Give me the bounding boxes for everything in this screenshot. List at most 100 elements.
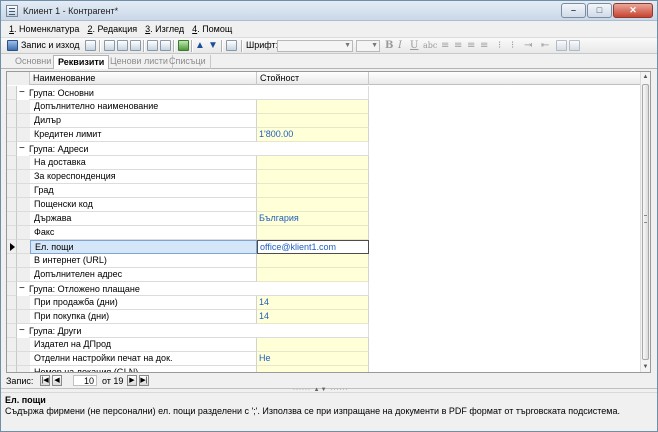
property-row[interactable]: Факс bbox=[7, 226, 641, 240]
property-row[interactable]: В интернет (URL) bbox=[7, 254, 641, 268]
row-header[interactable] bbox=[7, 324, 17, 338]
property-row[interactable]: Град bbox=[7, 184, 641, 198]
row-header[interactable] bbox=[7, 310, 17, 324]
collapse-icon[interactable]: − bbox=[19, 282, 25, 296]
outdent-icon[interactable]: ⇤ bbox=[541, 40, 549, 52]
property-value-input[interactable] bbox=[257, 254, 369, 268]
title-bar[interactable]: Клиент 1 - Контрагент* – □ ✕ bbox=[1, 1, 657, 21]
italic-icon[interactable]: I bbox=[398, 40, 402, 52]
property-value-input[interactable]: 14 bbox=[257, 310, 369, 324]
refresh-icon[interactable] bbox=[178, 40, 189, 51]
current-row-indicator-icon[interactable] bbox=[7, 240, 17, 254]
property-row[interactable]: За кореспонденция bbox=[7, 170, 641, 184]
arrow-down-icon[interactable]: ▼ bbox=[208, 40, 218, 52]
cut-icon[interactable] bbox=[104, 40, 115, 51]
property-value-input[interactable]: 1'800.00 bbox=[257, 128, 369, 142]
save-and-exit-button[interactable]: Запис и изход bbox=[21, 40, 79, 52]
row-header[interactable] bbox=[7, 282, 17, 296]
justify-icon[interactable]: ≡ bbox=[480, 40, 488, 52]
image-icon[interactable] bbox=[569, 40, 580, 51]
row-header[interactable] bbox=[7, 156, 17, 170]
vertical-scrollbar[interactable]: ▲ ▼ bbox=[640, 72, 650, 372]
close-button[interactable]: ✕ bbox=[613, 3, 653, 18]
property-row[interactable]: Издател на ДПрод bbox=[7, 338, 641, 352]
bullets-icon[interactable]: ⁝ bbox=[498, 40, 501, 52]
property-value-input[interactable]: България bbox=[257, 212, 369, 226]
group-row[interactable]: − Група: Отложено плащане bbox=[7, 282, 641, 296]
column-header-name[interactable]: Наименование bbox=[30, 72, 257, 85]
numbering-icon[interactable]: ⁝ bbox=[511, 40, 514, 52]
row-header[interactable] bbox=[7, 142, 17, 156]
property-row[interactable]: Допълнителен адрес bbox=[7, 268, 641, 282]
copy-icon[interactable] bbox=[117, 40, 128, 51]
property-value-input[interactable] bbox=[257, 100, 369, 114]
property-value-input[interactable] bbox=[257, 366, 369, 372]
copy-doc-icon[interactable] bbox=[85, 40, 96, 51]
panel-splitter[interactable]: ······ ▲▼ ······ bbox=[1, 387, 657, 393]
paste-icon[interactable] bbox=[130, 40, 141, 51]
last-record-button[interactable]: ▶| bbox=[139, 375, 149, 386]
property-row[interactable]: Отделни настройки печат на док. Не bbox=[7, 352, 641, 366]
scroll-thumb[interactable] bbox=[642, 84, 649, 360]
menu-view[interactable]: 3. Изглед bbox=[141, 24, 188, 34]
row-header[interactable] bbox=[7, 338, 17, 352]
property-row[interactable]: При продажба (дни) 14 bbox=[7, 296, 641, 310]
column-header-value[interactable]: Стойност bbox=[257, 72, 369, 85]
property-row[interactable]: Дилър bbox=[7, 114, 641, 128]
row-header[interactable] bbox=[7, 100, 17, 114]
tab-basic[interactable]: Основни bbox=[11, 55, 57, 69]
property-row[interactable]: Допълнително наименование bbox=[7, 100, 641, 114]
row-header[interactable] bbox=[7, 212, 17, 226]
property-value-input[interactable] bbox=[257, 156, 369, 170]
property-row[interactable]: Номер на локация (GLN) bbox=[7, 366, 641, 372]
property-value-input[interactable] bbox=[257, 170, 369, 184]
property-value-input[interactable]: 14 bbox=[257, 296, 369, 310]
row-header[interactable] bbox=[7, 170, 17, 184]
first-record-button[interactable]: |◀ bbox=[40, 375, 50, 386]
row-header[interactable] bbox=[7, 296, 17, 310]
preview-icon[interactable] bbox=[160, 40, 171, 51]
collapse-icon[interactable]: − bbox=[19, 142, 25, 156]
app-icon[interactable] bbox=[6, 5, 18, 17]
row-header[interactable] bbox=[7, 352, 17, 366]
row-header[interactable] bbox=[7, 254, 17, 268]
next-record-button[interactable]: ▶ bbox=[127, 375, 137, 386]
menu-nomenclature[interactable]: 1. Номенклатура bbox=[5, 24, 83, 34]
save-icon[interactable] bbox=[7, 40, 18, 51]
group-row[interactable]: − Група: Основни bbox=[7, 86, 641, 100]
property-row[interactable]: Пощенски код bbox=[7, 198, 641, 212]
align-center-icon[interactable]: ≡ bbox=[454, 40, 462, 52]
menu-help[interactable]: 4. Помощ bbox=[188, 24, 236, 34]
indent-icon[interactable]: ⇥ bbox=[524, 40, 532, 52]
property-row[interactable]: Кредитен лимит 1'800.00 bbox=[7, 128, 641, 142]
property-value-input[interactable] bbox=[257, 198, 369, 212]
print-icon[interactable] bbox=[147, 40, 158, 51]
property-value-input[interactable] bbox=[257, 338, 369, 352]
property-value-input[interactable] bbox=[257, 226, 369, 240]
arrow-up-icon[interactable]: ▲ bbox=[195, 40, 205, 52]
font-size-select[interactable]: ▼ bbox=[356, 40, 380, 52]
row-header[interactable] bbox=[7, 268, 17, 282]
row-header[interactable] bbox=[7, 226, 17, 240]
scroll-down-icon[interactable]: ▼ bbox=[641, 362, 650, 372]
row-header[interactable] bbox=[7, 128, 17, 142]
tab-lists[interactable]: Списъци bbox=[165, 55, 211, 69]
property-value-input[interactable] bbox=[257, 268, 369, 282]
row-header[interactable] bbox=[7, 114, 17, 128]
maximize-button[interactable]: □ bbox=[587, 3, 612, 18]
property-row[interactable]: Държава България bbox=[7, 212, 641, 226]
help-icon[interactable] bbox=[226, 40, 237, 51]
bold-icon[interactable]: B bbox=[385, 40, 393, 52]
minimize-button[interactable]: – bbox=[561, 3, 586, 18]
property-value-input[interactable] bbox=[257, 114, 369, 128]
property-value-input[interactable]: Не bbox=[257, 352, 369, 366]
tab-requisites[interactable]: Реквизити bbox=[53, 55, 110, 69]
row-header[interactable] bbox=[7, 366, 17, 372]
group-row[interactable]: − Група: Други bbox=[7, 324, 641, 338]
prev-record-button[interactable]: ◀ bbox=[52, 375, 62, 386]
row-header[interactable] bbox=[7, 86, 17, 100]
current-record-input[interactable]: 10 bbox=[73, 375, 97, 386]
tab-price-lists[interactable]: Ценови листи bbox=[106, 55, 173, 69]
property-value-input[interactable] bbox=[257, 184, 369, 198]
property-row[interactable]: На доставка bbox=[7, 156, 641, 170]
